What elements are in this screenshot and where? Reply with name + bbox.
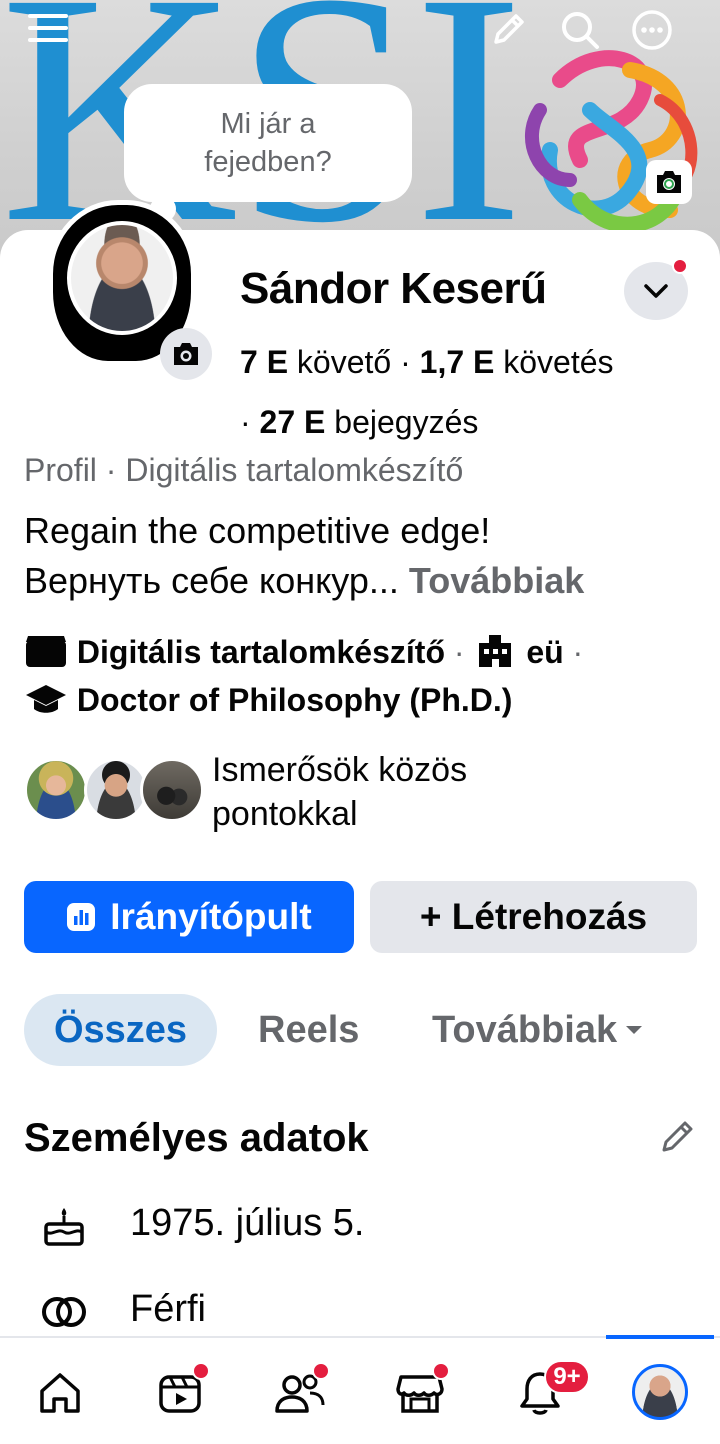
birthday-cake-icon xyxy=(44,1208,84,1246)
friend-avatar[interactable] xyxy=(24,758,88,822)
create-label: + Létrehozás xyxy=(419,896,648,937)
knot-logo xyxy=(524,50,698,233)
tab-reels[interactable]: Reels xyxy=(258,994,359,1066)
dashboard-button[interactable]: Irányítópult xyxy=(24,881,354,953)
bio-line: Regain the competitive edge! xyxy=(24,510,491,551)
birthday-value: 1975. július 5. xyxy=(130,1202,365,1244)
tab-more[interactable]: Továbbiak xyxy=(432,994,645,1066)
dashboard-label: Irányítópult xyxy=(110,896,312,937)
more-icon[interactable] xyxy=(628,6,676,54)
status-prompt-bubble[interactable]: Mi jár a fejedben? xyxy=(124,84,412,202)
avatar-camera-button[interactable] xyxy=(160,328,212,380)
bottom-navigation xyxy=(0,1335,720,1444)
posts-stat[interactable]: · 27 E bejegyzés xyxy=(240,404,478,440)
pencil-icon[interactable] xyxy=(656,1116,698,1158)
caret-down-icon xyxy=(626,1026,643,1034)
camera-icon xyxy=(174,343,198,365)
bio-line: Вернуть себе конкур... xyxy=(24,560,399,601)
tab-all[interactable]: Összes xyxy=(24,994,217,1066)
detail-creator[interactable]: Digitális tartalomkészítő xyxy=(77,634,445,670)
active-tab-indicator xyxy=(606,1335,714,1339)
profile-avatar[interactable] xyxy=(632,1364,688,1420)
profile-category: Profil · Digitális tartalomkészítő xyxy=(24,452,464,488)
personal-info-title: Személyes adatok xyxy=(24,1116,369,1160)
create-button[interactable]: + Létrehozás xyxy=(370,881,697,953)
profile-details: Digitális tartalomkészítő · eü · Doctor … xyxy=(24,628,704,724)
tab-more-label: Továbbiak xyxy=(432,1008,618,1051)
gender-value: Férfi xyxy=(130,1288,206,1330)
home-icon[interactable] xyxy=(20,1356,100,1430)
avatar-photo xyxy=(67,221,177,335)
gender-rings-icon xyxy=(42,1297,86,1327)
dashboard-icon xyxy=(67,903,96,931)
detail-education[interactable]: Doctor of Philosophy (Ph.D.) xyxy=(77,682,513,718)
marketplace-notification-dot xyxy=(432,1362,450,1380)
menu-icon[interactable] xyxy=(24,6,72,54)
bio-more-link[interactable]: Továbbiak xyxy=(409,560,584,601)
mutual-friends-label[interactable]: Ismerősök közös pontokkal xyxy=(212,748,572,836)
profile-stats: 7 E követő · 1,7 E követés · 27 E bejegy… xyxy=(240,344,614,440)
profile-bio: Regain the competitive edge! Вернуть себ… xyxy=(24,506,704,606)
clapperboard-icon xyxy=(26,636,66,667)
dropdown-notification-dot xyxy=(672,258,688,274)
graduation-cap-icon xyxy=(26,685,66,713)
profile-name: Sándor Keserű xyxy=(240,264,547,313)
edit-icon[interactable] xyxy=(484,6,532,54)
cover-camera-button[interactable] xyxy=(646,160,692,204)
detail-workplace[interactable]: eü xyxy=(526,634,563,670)
friends-notification-dot xyxy=(312,1362,330,1380)
hospital-icon xyxy=(479,635,512,667)
notifications-badge: 9+ xyxy=(544,1360,590,1394)
chevron-down-icon xyxy=(644,284,668,298)
followers-stat[interactable]: 7 E követő xyxy=(240,344,391,380)
following-stat[interactable]: 1,7 E követés xyxy=(420,344,614,380)
status-prompt-text: Mi jár a fejedben? xyxy=(204,108,332,178)
camera-icon xyxy=(657,171,681,193)
friend-avatar[interactable] xyxy=(84,758,148,822)
friend-avatar[interactable] xyxy=(140,758,204,822)
video-notification-dot xyxy=(192,1362,210,1380)
search-icon[interactable] xyxy=(556,6,604,54)
